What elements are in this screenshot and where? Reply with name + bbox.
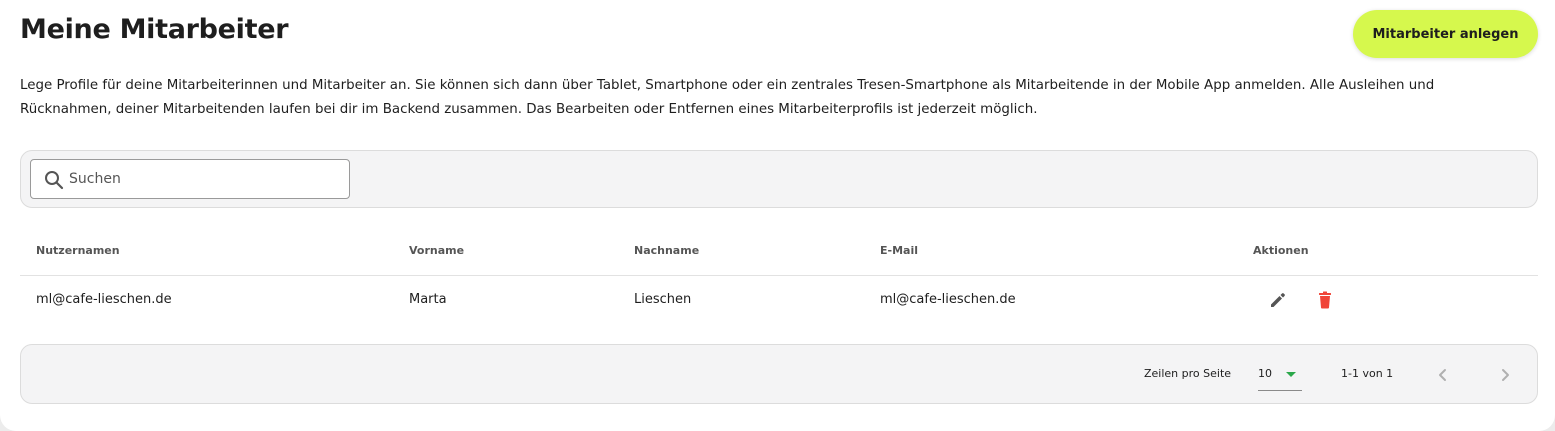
page-description: Lege Profile für deine Mitarbeiterinnen … xyxy=(20,78,1435,117)
chevron-left-icon[interactable] xyxy=(1431,363,1455,387)
column-header-lastname[interactable]: Nachname xyxy=(634,244,699,257)
pagination-bar: Zeilen pro Seite 10 1-1 von 1 xyxy=(20,344,1538,404)
search-icon xyxy=(45,171,64,190)
page-title: Meine Mitarbeiter xyxy=(20,14,289,45)
delete-icon[interactable] xyxy=(1315,290,1335,310)
column-header-username[interactable]: Nutzernamen xyxy=(36,244,120,257)
search-box[interactable] xyxy=(30,159,350,199)
column-header-actions: Aktionen xyxy=(1253,244,1309,257)
cell-firstname: Marta xyxy=(409,292,447,307)
chevron-right-icon[interactable] xyxy=(1493,363,1517,387)
search-input[interactable] xyxy=(69,162,345,196)
rows-per-page-label: Zeilen pro Seite xyxy=(1144,367,1232,380)
cell-username: ml@cafe-lieschen.de xyxy=(36,292,172,307)
caret-down-icon xyxy=(1286,372,1296,377)
cell-email: ml@cafe-lieschen.de xyxy=(880,292,1016,307)
rows-per-page-value: 10 xyxy=(1258,367,1272,380)
create-employee-button[interactable]: Mitarbeiter anlegen xyxy=(1353,10,1538,58)
rows-per-page-select[interactable]: 10 xyxy=(1258,361,1302,391)
column-header-email[interactable]: E-Mail xyxy=(880,244,918,257)
pagination-range: 1-1 von 1 xyxy=(1341,367,1394,380)
page-container: Meine Mitarbeiter Mitarbeiter anlegen Le… xyxy=(0,0,1555,431)
search-panel xyxy=(20,150,1538,208)
table-header-divider xyxy=(20,275,1538,276)
column-header-firstname[interactable]: Vorname xyxy=(409,244,464,257)
edit-icon[interactable] xyxy=(1268,290,1288,310)
cell-lastname: Lieschen xyxy=(634,292,692,307)
